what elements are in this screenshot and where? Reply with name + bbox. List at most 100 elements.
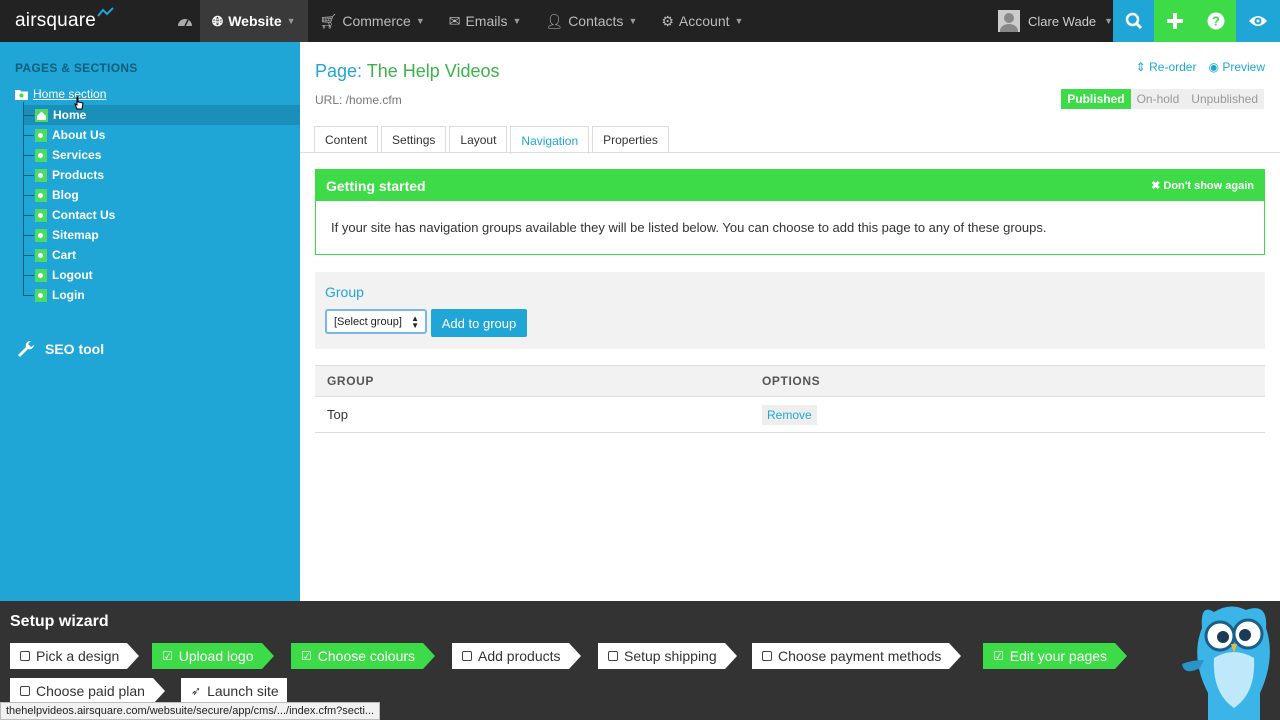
tree-item-about-us[interactable]: About Us xyxy=(24,125,105,145)
page-title-prefix: Page: xyxy=(315,61,363,81)
add-to-group-button[interactable]: Add to group xyxy=(431,309,527,337)
brand-name: airsquare xyxy=(15,10,97,31)
page-title-name: The Help Videos xyxy=(366,61,500,81)
page-icon xyxy=(35,168,47,182)
nav-account[interactable]: ⚙ Account ▼ xyxy=(649,0,755,42)
page-icon xyxy=(35,248,47,262)
seo-tool-label: SEO tool xyxy=(45,341,105,357)
tree-item-label: Blog xyxy=(52,188,79,202)
step-label: Choose colours xyxy=(317,648,416,664)
column-header-group: GROUP xyxy=(327,374,375,388)
page-icon xyxy=(35,228,47,242)
wizard-step-add-products[interactable]: Add products xyxy=(452,643,580,669)
wizard-step-payment-methods[interactable]: Choose payment methods xyxy=(752,643,962,669)
nav-emails-label: Emails xyxy=(465,13,508,29)
person-icon: 👤︎ xyxy=(545,12,564,29)
chevron-down-icon: ▼ xyxy=(1104,16,1114,26)
tree-branch xyxy=(24,214,34,216)
tree-item-sitemap[interactable]: Sitemap xyxy=(24,225,99,245)
nav-commerce[interactable]: 🛒︎ Commerce ▼ xyxy=(308,0,437,42)
tree-item-label: Logout xyxy=(52,268,93,282)
page-tabs: Content Settings Layout Navigation Prope… xyxy=(314,126,669,154)
step-label: Pick a design xyxy=(36,648,120,664)
help-button[interactable]: ? xyxy=(1195,0,1236,42)
group-label: Group xyxy=(325,284,364,300)
tree-branch xyxy=(24,234,34,236)
publish-status-toggle: Published On-hold Unpublished xyxy=(1061,89,1264,109)
wizard-step-launch-site[interactable]: ➶ Launch site xyxy=(181,678,287,704)
step-label: Edit your pages xyxy=(1009,648,1108,664)
step-label: Upload logo xyxy=(178,648,254,664)
preview-label: Preview xyxy=(1222,60,1265,74)
tree-item-login[interactable]: Login xyxy=(24,285,85,305)
tree-root-label: Home section xyxy=(33,87,107,101)
reorder-label: Re-order xyxy=(1149,60,1197,74)
checked-box-icon: ☑ xyxy=(301,649,312,663)
tree-item-products[interactable]: Products xyxy=(24,165,104,185)
wizard-step-choose-colours[interactable]: ☑ Choose colours xyxy=(291,643,436,669)
chevron-down-icon: ▼ xyxy=(512,16,522,26)
table-header: GROUP OPTIONS xyxy=(315,365,1265,397)
tree-item-label: Sitemap xyxy=(52,228,99,242)
reorder-link[interactable]: ⇕ Re-order xyxy=(1136,60,1197,74)
group-form: Group [Select group] ▲ ▼ Add to group xyxy=(315,272,1265,349)
group-select[interactable]: [Select group] ▲ ▼ xyxy=(325,309,427,334)
user-name: Clare Wade xyxy=(1028,13,1097,29)
sort-icon: ⇕ xyxy=(1135,60,1146,74)
tab-content[interactable]: Content xyxy=(314,126,379,152)
status-on-hold[interactable]: On-hold xyxy=(1130,89,1186,109)
tree-item-home[interactable]: Home xyxy=(24,105,300,125)
status-published[interactable]: Published xyxy=(1061,89,1131,109)
dont-show-again-link[interactable]: ✖ Don't show again xyxy=(1151,179,1254,192)
add-button[interactable] xyxy=(1154,0,1195,42)
page-icon xyxy=(35,288,47,302)
wizard-step-pick-design[interactable]: Pick a design xyxy=(10,643,140,669)
tab-settings[interactable]: Settings xyxy=(381,126,447,152)
wizard-step-edit-pages[interactable]: ☑ Edit your pages xyxy=(983,643,1128,669)
nav-emails[interactable]: ✉ Emails ▼ xyxy=(437,0,534,42)
logo-mark-icon xyxy=(97,7,114,17)
page-icon xyxy=(35,268,47,282)
status-unpublished[interactable]: Unpublished xyxy=(1185,89,1264,109)
tree-item-blog[interactable]: Blog xyxy=(24,185,79,205)
wizard-step-setup-shipping[interactable]: Setup shipping xyxy=(598,643,737,669)
remove-button[interactable]: Remove xyxy=(762,404,817,425)
column-header-options: OPTIONS xyxy=(762,374,821,388)
tree-item-services[interactable]: Services xyxy=(24,145,101,165)
preview-mode-button[interactable] xyxy=(1236,0,1280,42)
tab-properties[interactable]: Properties xyxy=(592,126,669,152)
seo-tool-link[interactable]: SEO tool xyxy=(17,340,104,358)
checkbox-icon xyxy=(462,651,472,661)
home-page-icon xyxy=(35,108,48,122)
wizard-title: Setup wizard xyxy=(10,613,109,630)
user-menu[interactable]: Clare Wade ▼ xyxy=(998,0,1113,42)
wizard-step-paid-plan[interactable]: Choose paid plan xyxy=(10,678,165,704)
tab-layout[interactable]: Layout xyxy=(449,126,508,152)
checkbox-icon xyxy=(20,686,30,696)
checkbox-icon xyxy=(20,651,30,661)
gear-icon: ⚙ xyxy=(661,12,674,29)
chevron-down-icon: ▼ xyxy=(734,16,744,26)
wrench-icon xyxy=(18,341,34,357)
search-button[interactable] xyxy=(1113,0,1154,42)
tree-item-contact-us[interactable]: Contact Us xyxy=(24,205,115,225)
top-navbar: airsquare 🌐︎ Website ▼ 🛒︎ Commerce ▼ ✉ E… xyxy=(0,0,1280,42)
sidebar: PAGES & SECTIONS Home section Home About… xyxy=(0,42,300,601)
step-label: Launch site xyxy=(207,683,279,699)
checked-box-icon: ☑ xyxy=(162,649,173,663)
chevron-down-icon: ▼ xyxy=(415,16,425,26)
avatar xyxy=(998,10,1020,32)
dashboard-icon[interactable] xyxy=(170,0,200,42)
nav-website-label: Website xyxy=(228,13,282,29)
tree-branch xyxy=(24,274,34,276)
tree-root-home-section[interactable]: Home section xyxy=(15,87,106,101)
tree-item-logout[interactable]: Logout xyxy=(24,265,93,285)
tree-item-cart[interactable]: Cart xyxy=(24,245,76,265)
preview-link[interactable]: ◉ Preview xyxy=(1208,60,1265,74)
nav-website[interactable]: 🌐︎ Website ▼ xyxy=(200,0,308,42)
brand-logo[interactable]: airsquare xyxy=(0,0,170,42)
tab-navigation[interactable]: Navigation xyxy=(510,126,590,154)
wizard-step-upload-logo[interactable]: ☑ Upload logo xyxy=(152,643,273,669)
nav-contacts[interactable]: 👤︎ Contacts ▼ xyxy=(533,0,649,42)
tree-branch xyxy=(24,174,34,176)
